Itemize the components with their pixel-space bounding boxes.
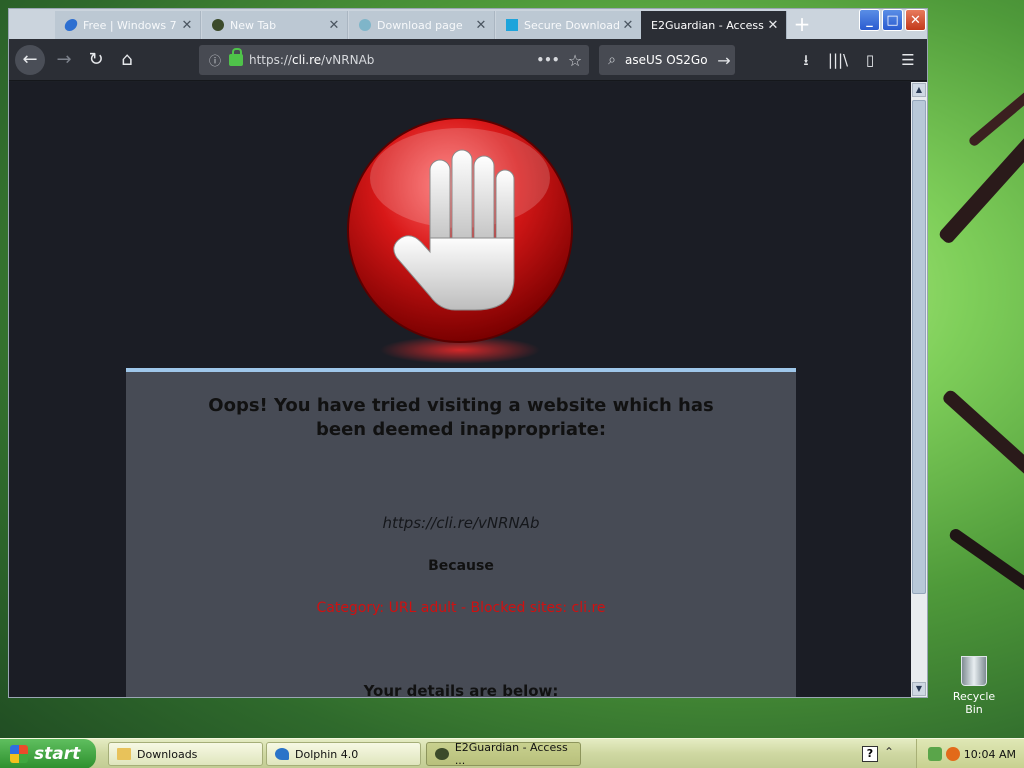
folder-icon	[117, 748, 131, 760]
search-input[interactable]: aseUS OS2Go	[625, 53, 713, 67]
spider-icon	[435, 748, 449, 760]
globe-icon	[359, 19, 371, 31]
recycle-bin-icon	[961, 656, 987, 686]
because-label: Because	[428, 558, 494, 574]
scroll-down-button[interactable]: ▼	[912, 682, 926, 696]
task-label: Dolphin 4.0	[295, 747, 359, 761]
close-icon[interactable]: ✕	[766, 18, 780, 33]
forward-button[interactable]: →	[49, 45, 79, 75]
desktop-branch	[967, 82, 1024, 148]
taskbar-item-dolphin[interactable]: Dolphin 4.0	[266, 742, 421, 766]
box-icon	[506, 19, 518, 31]
download-icon[interactable]: ⭳	[791, 45, 821, 75]
minimize-button[interactable]: _	[859, 9, 880, 31]
close-icon[interactable]: ✕	[621, 18, 635, 33]
tab-free-windows[interactable]: Free | Windows 7 ✕	[55, 11, 201, 39]
scroll-thumb[interactable]	[912, 100, 926, 594]
scroll-up-button[interactable]: ▲	[912, 83, 926, 97]
taskbar-item-e2guardian[interactable]: E2Guardian - Access ...	[426, 741, 581, 767]
sidebar-icon[interactable]: ▯	[855, 45, 885, 75]
page-actions-button[interactable]: •••	[535, 53, 561, 67]
address-bar[interactable]: ⓘ https://cli.re/vNRNAb ••• ☆	[199, 45, 589, 75]
block-message-panel: Oops! You have tried visiting a website …	[126, 368, 796, 697]
stop-hand-icon	[345, 117, 575, 368]
clock[interactable]: 10:04 AM	[964, 748, 1016, 761]
close-icon[interactable]: ✕	[474, 18, 488, 33]
bookmark-star-icon[interactable]: ☆	[561, 51, 589, 70]
tab-title: Download page	[377, 18, 463, 32]
block-heading: Oops! You have tried visiting a website …	[208, 395, 714, 440]
reload-button[interactable]: ↻	[81, 45, 111, 75]
chevron-up-icon[interactable]: ⌃	[884, 745, 894, 759]
browser-window: Free | Windows 7 ✕ New Tab ✕ Download pa…	[8, 8, 928, 698]
search-icon[interactable]	[945, 747, 960, 761]
search-icon: ⌕	[608, 52, 616, 68]
tab-title: New Tab	[230, 18, 277, 32]
library-icon[interactable]: |||\	[823, 45, 853, 75]
page-content: Oops! You have tried visiting a website …	[9, 82, 911, 697]
ie-icon	[63, 19, 79, 31]
network-icon[interactable]	[927, 747, 942, 761]
tab-secure-download[interactable]: Secure Download ✕	[496, 11, 642, 39]
tab-e2guardian[interactable]: E2Guardian - Access D ✕	[641, 11, 787, 39]
menu-icon[interactable]: ☰	[893, 45, 923, 75]
dolphin-icon	[275, 748, 289, 760]
close-window-button[interactable]: ✕	[905, 9, 926, 31]
desktop-branch	[937, 130, 1024, 246]
recycle-bin-label: Recycle Bin	[952, 690, 996, 716]
recycle-bin[interactable]: Recycle Bin	[944, 656, 1004, 716]
tab-bar: Free | Windows 7 ✕ New Tab ✕ Download pa…	[9, 9, 927, 39]
system-tray: 10:04 AM	[916, 739, 1024, 768]
tab-title: Secure Download	[524, 18, 620, 32]
lock-icon	[229, 48, 243, 66]
close-icon[interactable]: ✕	[327, 18, 341, 33]
start-button[interactable]: start	[0, 739, 96, 768]
help-icon[interactable]: ?	[862, 746, 878, 762]
search-go-icon[interactable]: →	[713, 51, 735, 70]
start-label: start	[34, 744, 81, 764]
new-tab-button[interactable]: +	[789, 13, 815, 37]
desktop-branch	[940, 388, 1024, 506]
task-label: Downloads	[137, 747, 198, 761]
tab-download-page[interactable]: Download page ✕	[349, 11, 495, 39]
tab-title: Free | Windows 7	[83, 18, 177, 32]
back-button[interactable]: ←	[15, 45, 45, 75]
task-label: E2Guardian - Access ...	[454, 741, 568, 767]
details-heading: Your details are below:	[363, 682, 559, 697]
search-box[interactable]: ⌕ aseUS OS2Go →	[599, 45, 735, 75]
maximize-button[interactable]: □	[882, 9, 903, 31]
tab-new-tab[interactable]: New Tab ✕	[202, 11, 348, 39]
desktop-branch	[947, 526, 1024, 606]
tab-title: E2Guardian - Access D	[651, 18, 766, 32]
block-category: Category: URL adult - Blocked sites: cli…	[316, 600, 606, 616]
home-button[interactable]: ⌂	[112, 45, 142, 75]
close-icon[interactable]: ✕	[180, 18, 194, 33]
taskbar: start Downloads Dolphin 4.0 E2Guardian -…	[0, 738, 1024, 768]
windows-flag-icon	[10, 745, 28, 763]
info-icon[interactable]: ⓘ	[203, 52, 227, 69]
spider-icon	[212, 19, 224, 31]
url-text[interactable]: https://cli.re/vNRNAb	[249, 53, 535, 67]
nav-toolbar: ← → ↻ ⌂ ⓘ https://cli.re/vNRNAb ••• ☆ ⌕ …	[9, 39, 927, 81]
blocked-url: https://cli.re/vNRNAb	[382, 514, 540, 532]
vertical-scrollbar[interactable]: ▲ ▼	[911, 82, 927, 697]
taskbar-item-downloads[interactable]: Downloads	[108, 742, 263, 766]
